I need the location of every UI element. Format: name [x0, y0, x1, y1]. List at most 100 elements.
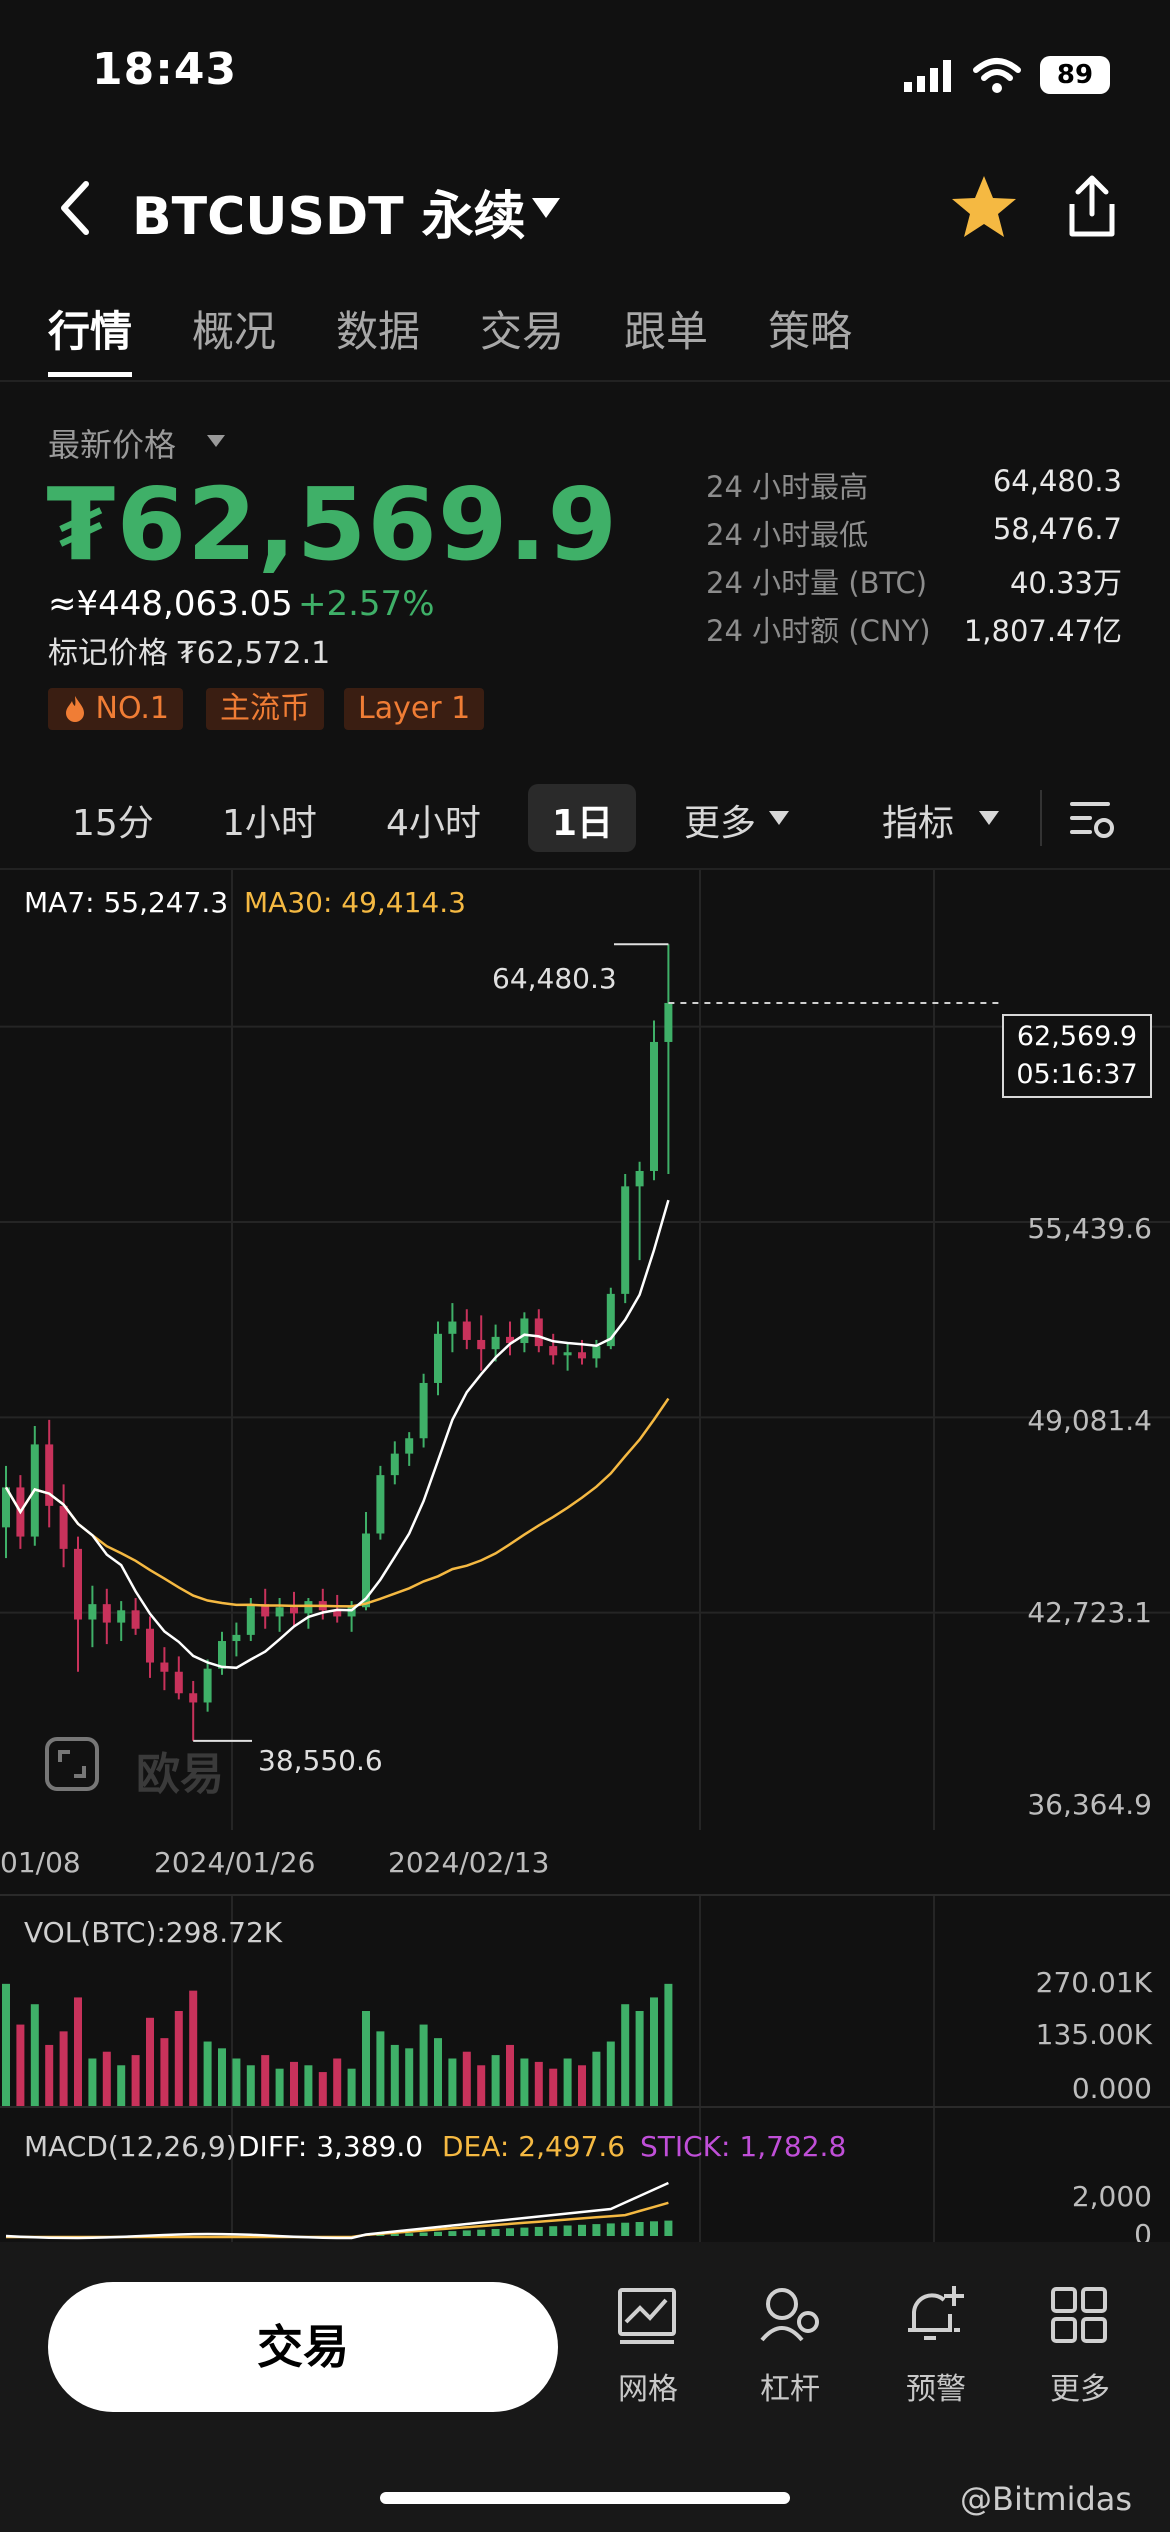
volume-bar — [477, 2065, 486, 2106]
volume-bar — [606, 2041, 615, 2106]
more-caret-icon[interactable] — [768, 810, 790, 826]
current-price-tag: 62,569.9 — [1016, 1021, 1138, 1052]
volume-bar — [347, 2068, 356, 2106]
nav-leverage[interactable]: 杠杆 — [730, 2364, 850, 2408]
back-icon[interactable] — [56, 178, 96, 238]
change-percent: +2.57% — [298, 584, 435, 624]
candle-body — [462, 1321, 471, 1340]
stat-volume-label: 24 小时量 (BTC) — [706, 566, 928, 600]
caret-down-icon[interactable] — [206, 434, 226, 448]
volume-bar — [146, 2017, 154, 2106]
volume-bar — [462, 2051, 471, 2106]
volume-bar — [16, 2024, 25, 2106]
candle-body — [88, 1604, 97, 1620]
macd-bar — [650, 2221, 658, 2236]
candle-body — [650, 1041, 658, 1171]
candle-body — [146, 1628, 154, 1663]
macd-label: MACD(12,26,9) — [24, 2130, 237, 2163]
volume-bar — [304, 2065, 313, 2106]
volume-bar — [491, 2055, 500, 2106]
fullscreen-icon[interactable] — [44, 1736, 100, 1792]
macd-bar — [506, 2228, 514, 2236]
candle-body — [74, 1548, 82, 1620]
symbol-title[interactable]: BTCUSDT 永续 — [132, 174, 526, 249]
candle-body — [390, 1453, 399, 1476]
nav-more[interactable]: 更多 — [1020, 2364, 1140, 2408]
more-grid-icon[interactable] — [1050, 2286, 1108, 2344]
tab-trade[interactable]: 交易 — [480, 298, 564, 359]
last-price: ₮62,569.9 — [46, 466, 619, 583]
nav-alert[interactable]: 预警 — [876, 2364, 996, 2408]
timeframe-more[interactable]: 更多 — [684, 794, 756, 846]
volume-bar — [434, 2038, 442, 2106]
volume-bar — [45, 2044, 54, 2106]
volume-bar — [59, 2031, 68, 2106]
stat-low-label: 24 小时最低 — [706, 518, 869, 552]
macd-dea: DEA: 2,497.6 — [442, 2130, 626, 2163]
tag-layer1[interactable]: Layer 1 — [344, 688, 485, 730]
nav-grid[interactable]: 网格 — [588, 2364, 708, 2408]
macd-bar — [491, 2229, 500, 2236]
grid-bot-icon[interactable] — [616, 2286, 678, 2346]
share-icon[interactable] — [1064, 174, 1120, 238]
candle-body — [174, 1671, 183, 1694]
signal-icon — [904, 60, 951, 92]
macd-bar — [563, 2225, 572, 2236]
fire-icon — [64, 691, 96, 726]
x-tick: 2024/01/26 — [154, 1846, 316, 1879]
leverage-icon[interactable] — [758, 2286, 820, 2346]
tab-copytrade[interactable]: 跟单 — [624, 298, 708, 359]
stat-high-value: 64,480.3 — [992, 464, 1122, 498]
candle-body — [434, 1333, 442, 1383]
mark-price: 标记价格 ₮62,572.1 — [48, 636, 331, 671]
candle-body — [664, 1002, 673, 1042]
y-tick: 42,723.1 — [1027, 1596, 1152, 1629]
tab-overview[interactable]: 概况 — [192, 298, 276, 359]
stat-turnover-value: 1,807.47亿 — [963, 614, 1122, 648]
candle-body — [218, 1641, 226, 1669]
volume-bar — [218, 2048, 226, 2106]
volume-bar — [664, 1983, 673, 2106]
latest-price-label[interactable]: 最新价格 — [48, 420, 176, 466]
tab-data[interactable]: 数据 — [336, 298, 420, 359]
volume-bar — [635, 2011, 644, 2106]
candle-body — [131, 1610, 140, 1629]
volume-bar — [333, 2058, 342, 2106]
tab-strategy[interactable]: 策略 — [768, 298, 852, 359]
macd-bar — [419, 2232, 428, 2236]
macd-chart[interactable] — [0, 2108, 1170, 2242]
countdown-tag: 05:16:37 — [1016, 1059, 1138, 1090]
tag-rank[interactable]: NO.1 — [48, 688, 184, 730]
current-price-box: 62,569.9 05:16:37 — [1002, 1014, 1152, 1098]
volume-bar — [376, 2031, 385, 2106]
chart-settings-icon[interactable] — [1068, 796, 1116, 842]
candlestick-chart[interactable] — [0, 870, 1170, 1830]
timeframe-15m[interactable]: 15分 — [72, 794, 154, 846]
timeframe-4h[interactable]: 4小时 — [386, 794, 481, 846]
volume-bar — [520, 2058, 529, 2106]
timeframe-1d[interactable]: 1日 — [552, 794, 613, 846]
y-tick: 55,439.6 — [1027, 1212, 1152, 1245]
star-icon[interactable] — [950, 174, 1018, 240]
chevron-down-icon[interactable] — [530, 196, 562, 220]
volume-bar — [448, 2058, 457, 2106]
home-indicator[interactable] — [380, 2492, 790, 2504]
indicators-caret-icon[interactable] — [978, 810, 1000, 826]
indicators-button[interactable]: 指标 — [882, 794, 954, 846]
macd-bar — [477, 2229, 486, 2236]
volume-bar — [592, 2051, 601, 2106]
stat-low-value: 58,476.7 — [992, 512, 1122, 546]
candle-body — [160, 1662, 169, 1672]
candle-body — [290, 1607, 298, 1614]
volume-label: VOL(BTC):298.72K — [24, 1916, 283, 1949]
macd-bar — [578, 2224, 586, 2236]
alert-bell-icon[interactable] — [904, 2284, 966, 2346]
volume-bar — [290, 2061, 298, 2106]
tag-mainstream[interactable]: 主流币 — [206, 688, 324, 730]
x-tick: 2024/02/13 — [388, 1846, 550, 1879]
trade-button[interactable]: 交易 — [48, 2282, 558, 2412]
tab-market[interactable]: 行情 — [48, 298, 132, 359]
timeframe-1h[interactable]: 1小时 — [222, 794, 317, 846]
ma30-line — [4, 1397, 670, 1608]
volume-tick: 135.00K — [1035, 2018, 1152, 2051]
